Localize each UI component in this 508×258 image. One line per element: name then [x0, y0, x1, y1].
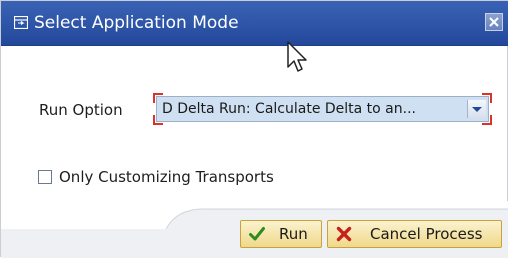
- run-option-label: Run Option: [39, 101, 123, 119]
- dropdown-field[interactable]: D Delta Run: Calculate Delta to an...: [156, 96, 489, 122]
- dropdown-selected-value: D Delta Run: Calculate Delta to an...: [162, 101, 416, 117]
- dialog-title: Select Application Mode: [34, 13, 239, 33]
- dialog-window: Select Application Mode Run Option D Del…: [0, 0, 508, 258]
- checkmark-icon: [249, 227, 265, 241]
- run-option-dropdown[interactable]: D Delta Run: Calculate Delta to an...: [153, 93, 492, 125]
- chevron-down-icon: [472, 107, 482, 112]
- cancel-process-button[interactable]: Cancel Process: [327, 220, 502, 248]
- only-customizing-checkbox[interactable]: [38, 170, 52, 184]
- window-mode-icon: [14, 16, 28, 29]
- close-button[interactable]: [485, 13, 503, 31]
- cancel-button-label: Cancel Process: [370, 225, 483, 243]
- run-button[interactable]: Run: [240, 220, 322, 248]
- title-bar: Select Application Mode: [1, 1, 508, 46]
- cancel-x-icon: [336, 226, 352, 242]
- run-button-label: Run: [279, 225, 308, 243]
- checkbox-label: Only Customizing Transports: [59, 168, 274, 186]
- mouse-pointer-icon: [287, 41, 307, 72]
- close-icon: [489, 17, 499, 27]
- dropdown-toggle[interactable]: [467, 100, 486, 118]
